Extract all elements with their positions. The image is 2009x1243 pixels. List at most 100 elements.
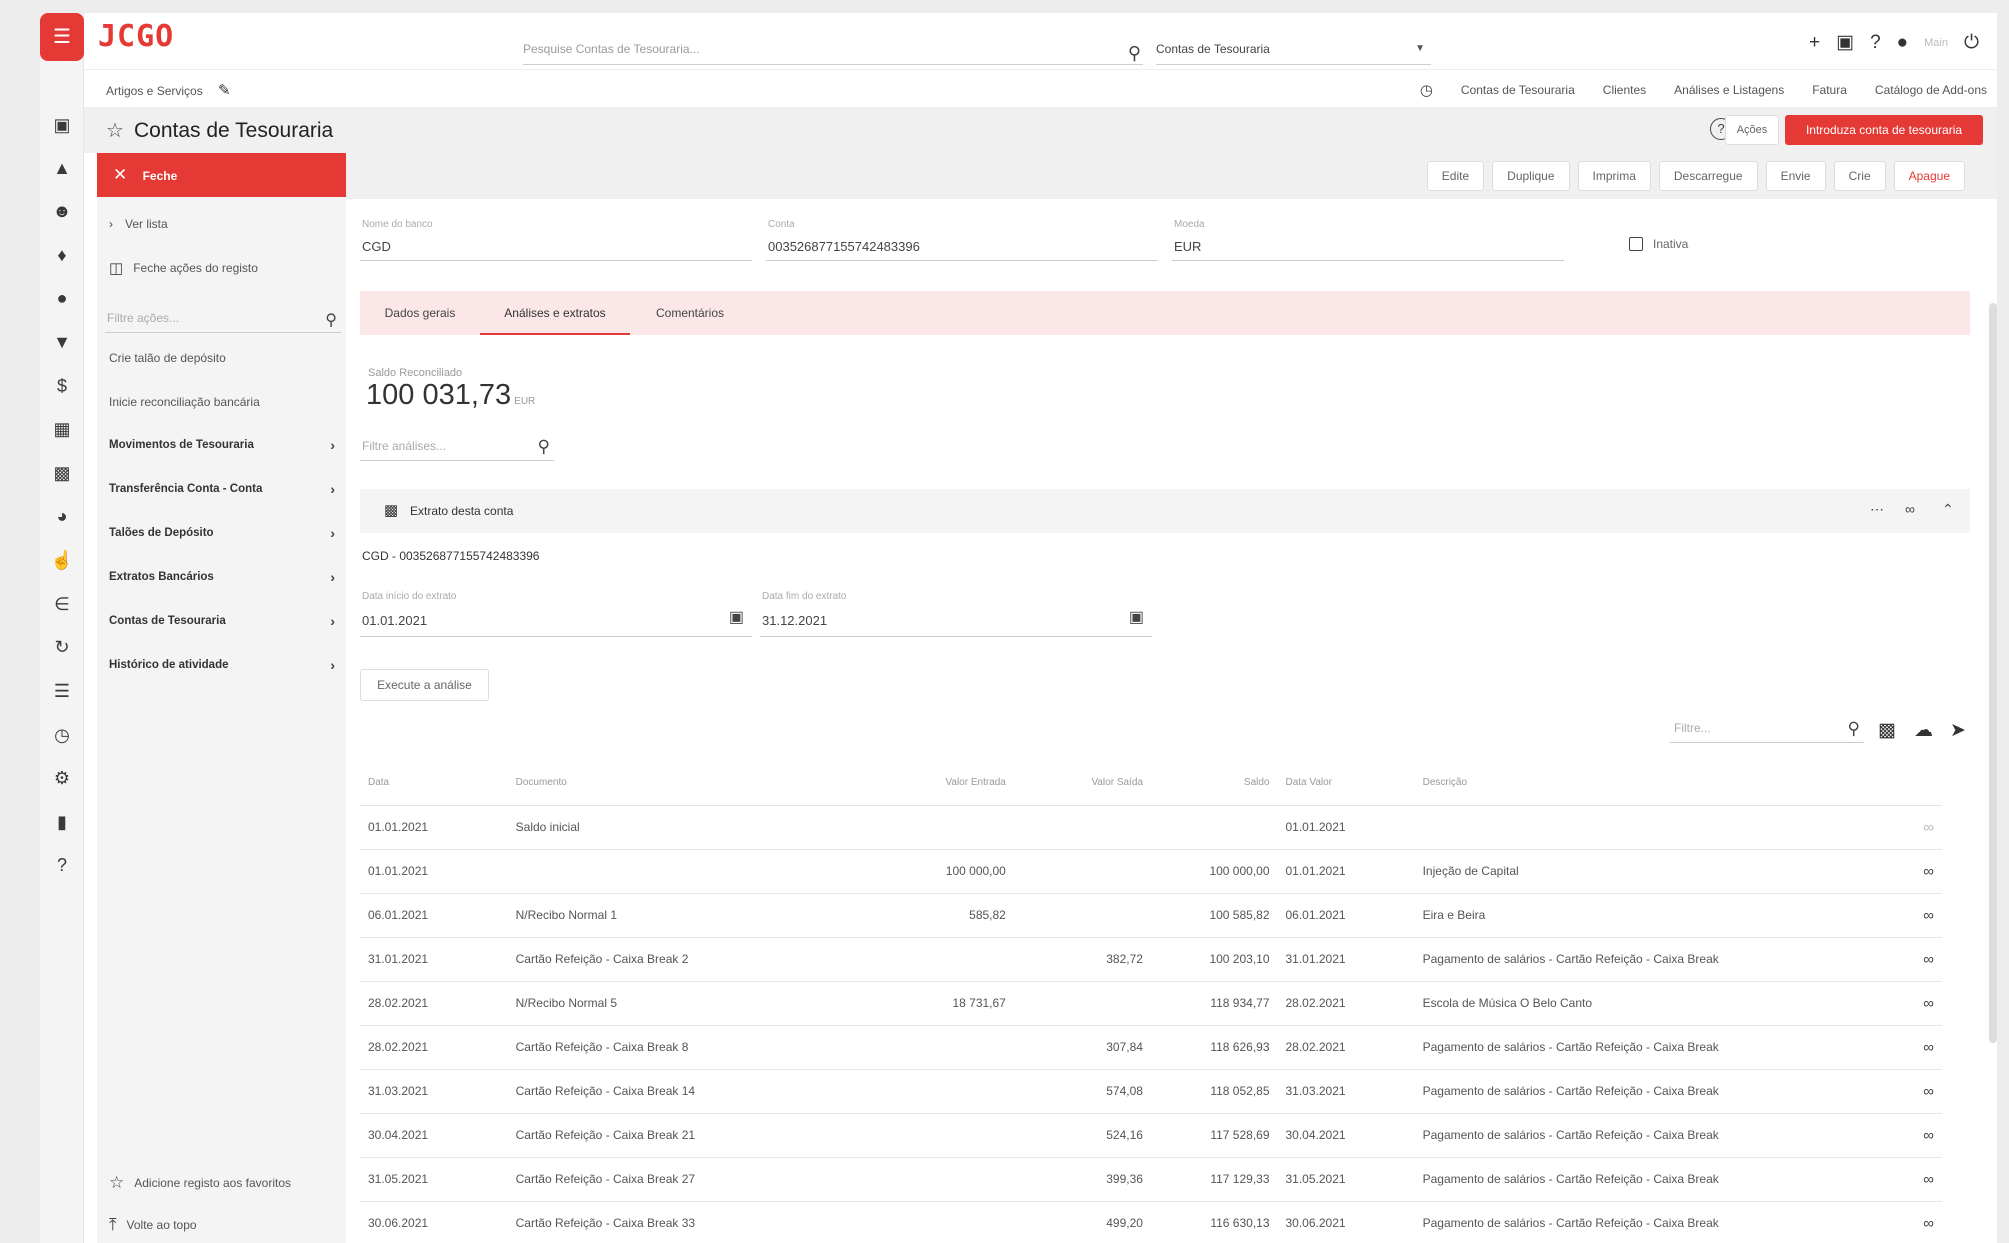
table-row[interactable]: 06.01.2021 N/Recibo Normal 1 585,82 100 …: [360, 893, 1942, 938]
link-icon[interactable]: ∞: [1889, 1201, 1942, 1243]
link-icon[interactable]: ∞: [1889, 1069, 1942, 1114]
table-row[interactable]: 31.05.2021 Cartão Refeição - Caixa Break…: [360, 1157, 1942, 1202]
table-row[interactable]: 30.06.2021 Cartão Refeição - Caixa Break…: [360, 1201, 1942, 1243]
group-treasury-movements[interactable]: Movimentos de Tesouraria ›: [109, 437, 339, 453]
history-icon[interactable]: ◷: [1420, 81, 1433, 99]
cloud-download-icon[interactable]: ☁: [1914, 719, 1933, 742]
more-options-icon[interactable]: ⋯: [1870, 501, 1884, 518]
column-header-balance[interactable]: Saldo: [1150, 761, 1278, 806]
back-to-top-link[interactable]: ⤒ Volte ao topo: [109, 1215, 197, 1235]
action-start-bank-reconciliation[interactable]: Inicie reconciliação bancária: [109, 395, 339, 409]
currency-field[interactable]: Moeda EUR: [1172, 213, 1564, 261]
history-icon[interactable]: ◷: [40, 720, 84, 750]
tab-comments[interactable]: Comentários: [630, 291, 750, 335]
person-icon[interactable]: ●: [40, 283, 84, 313]
list-icon[interactable]: ☰: [40, 676, 84, 706]
table-row[interactable]: 01.01.2021 Saldo inicial 01.01.2021 ∞: [360, 805, 1942, 850]
link-icon[interactable]: ∞: [1889, 1113, 1942, 1158]
search-icon[interactable]: ⚲: [1128, 37, 1141, 69]
dollar-icon[interactable]: $: [40, 371, 84, 401]
bank-icon[interactable]: ▦: [40, 414, 84, 444]
user-icon[interactable]: ●: [1897, 32, 1908, 54]
vertical-scrollbar[interactable]: [1989, 303, 1997, 1043]
close-record-actions-link[interactable]: ◫ Feche ações do registo: [109, 259, 339, 277]
quick-link-addons[interactable]: Catálogo de Add-ons: [1875, 83, 1987, 97]
user-name[interactable]: Main: [1924, 37, 1948, 49]
attachment-icon[interactable]: ∈: [40, 589, 84, 619]
column-header-document[interactable]: Documento: [507, 761, 888, 806]
edit-button[interactable]: Edite: [1426, 161, 1485, 191]
add-favorite-link[interactable]: ☆ Adicione registo aos favoritos: [109, 1173, 291, 1193]
action-create-deposit-slip[interactable]: Crie talão de depósito: [109, 351, 339, 365]
breadcrumb[interactable]: Artigos e Serviços ✎: [106, 81, 231, 99]
basket-icon[interactable]: ▼: [40, 327, 84, 357]
link-icon[interactable]: ∞: [1905, 501, 1915, 517]
tag-icon[interactable]: ♦: [40, 240, 84, 270]
link-icon[interactable]: ∞: [1889, 893, 1942, 938]
columns-icon[interactable]: ▩: [1878, 719, 1896, 742]
plus-icon[interactable]: +: [1809, 32, 1820, 54]
send-icon[interactable]: ➤: [1950, 719, 1966, 742]
quick-link-clients[interactable]: Clientes: [1603, 83, 1646, 97]
delete-button[interactable]: Apague: [1893, 161, 1965, 191]
column-header-date[interactable]: Data: [360, 761, 508, 806]
bank-name-field[interactable]: Nome do banco CGD: [360, 213, 752, 261]
global-search-input[interactable]: Pesquise Contas de Tesouraria... ⚲: [523, 33, 1143, 65]
power-icon[interactable]: ⏻: [1964, 32, 1979, 54]
edit-pencil-icon[interactable]: ✎: [218, 82, 231, 99]
download-button[interactable]: Descarregue: [1658, 161, 1758, 191]
search-scope-select[interactable]: Contas de Tesouraria ▼: [1156, 33, 1431, 65]
link-icon[interactable]: ∞: [1889, 937, 1942, 982]
link-icon[interactable]: ∞: [1889, 981, 1942, 1026]
table-filter-input[interactable]: Filtre... ⚲: [1670, 713, 1864, 743]
create-button[interactable]: Crie: [1833, 161, 1886, 191]
duplicate-button[interactable]: Duplique: [1492, 161, 1570, 191]
search-icon[interactable]: ⚲: [325, 306, 337, 336]
quick-link-analyses[interactable]: Análises e Listagens: [1674, 83, 1784, 97]
group-account-transfer[interactable]: Transferência Conta - Conta ›: [109, 481, 339, 497]
link-icon[interactable]: ∞: [1889, 1025, 1942, 1070]
column-header-description[interactable]: Descrição: [1414, 761, 1890, 806]
statement-end-date-field[interactable]: Data fim do extrato 31.12.2021 ▣: [760, 587, 1152, 637]
table-row[interactable]: 30.04.2021 Cartão Refeição - Caixa Break…: [360, 1113, 1942, 1158]
calendar-icon[interactable]: ▣: [1129, 607, 1144, 627]
statement-section-header[interactable]: ▩ Extrato desta conta ⋯ ∞ ⌃: [360, 489, 1970, 533]
group-treasury-accounts[interactable]: Contas de Tesouraria ›: [109, 613, 339, 629]
tab-general-data[interactable]: Dados gerais: [360, 291, 480, 335]
calendar-icon[interactable]: ▣: [1836, 31, 1854, 54]
actions-button[interactable]: Ações: [1725, 115, 1779, 145]
column-header-value-date[interactable]: Data Valor: [1277, 761, 1415, 806]
quick-link-treasury[interactable]: Contas de Tesouraria: [1461, 83, 1575, 97]
link-icon[interactable]: ∞: [1889, 1157, 1942, 1202]
column-header-in[interactable]: Valor Entrada: [887, 761, 1014, 806]
group-deposit-slips[interactable]: Talões de Depósito ›: [109, 525, 339, 541]
app-logo[interactable]: JCGO: [98, 19, 174, 54]
tab-analyses-statements[interactable]: Análises e extratos: [480, 291, 630, 335]
settings-icon[interactable]: ⚙: [40, 763, 84, 793]
document-icon[interactable]: ▮: [40, 807, 84, 837]
users-icon[interactable]: ☻: [40, 196, 84, 226]
pie-chart-icon[interactable]: ◕: [40, 501, 84, 531]
table-row[interactable]: 31.03.2021 Cartão Refeição - Caixa Break…: [360, 1069, 1942, 1114]
checkbox-box[interactable]: [1629, 237, 1643, 251]
filter-actions-input[interactable]: Filtre ações... ⚲: [105, 303, 341, 333]
group-bank-statements[interactable]: Extratos Bancários ›: [109, 569, 339, 585]
send-button[interactable]: Envie: [1765, 161, 1826, 191]
inactive-checkbox[interactable]: Inativa: [1629, 237, 1688, 251]
search-icon[interactable]: ⚲: [1848, 714, 1860, 744]
account-field[interactable]: Conta 003526877155742483396: [766, 213, 1158, 261]
link-icon[interactable]: ∞: [1889, 849, 1942, 894]
filter-analyses-input[interactable]: Filtre análises... ⚲: [360, 431, 554, 461]
quick-link-invoice[interactable]: Fatura: [1812, 83, 1847, 97]
table-row[interactable]: 28.02.2021 N/Recibo Normal 5 18 731,67 1…: [360, 981, 1942, 1026]
calendar-icon[interactable]: ▣: [729, 607, 744, 627]
help-icon[interactable]: ?: [40, 850, 84, 880]
cash-icon[interactable]: ▩: [40, 458, 84, 488]
statement-start-date-field[interactable]: Data início do extrato 01.01.2021 ▣: [360, 587, 752, 637]
run-analysis-button[interactable]: Execute a análise: [360, 669, 489, 701]
column-header-out[interactable]: Valor Saída: [1013, 761, 1151, 806]
help-circle-icon[interactable]: ?: [1870, 32, 1881, 54]
group-activity-history[interactable]: Histórico de atividade ›: [109, 657, 339, 673]
sync-icon[interactable]: ↻: [40, 632, 84, 662]
table-row[interactable]: 31.01.2021 Cartão Refeição - Caixa Break…: [360, 937, 1942, 982]
